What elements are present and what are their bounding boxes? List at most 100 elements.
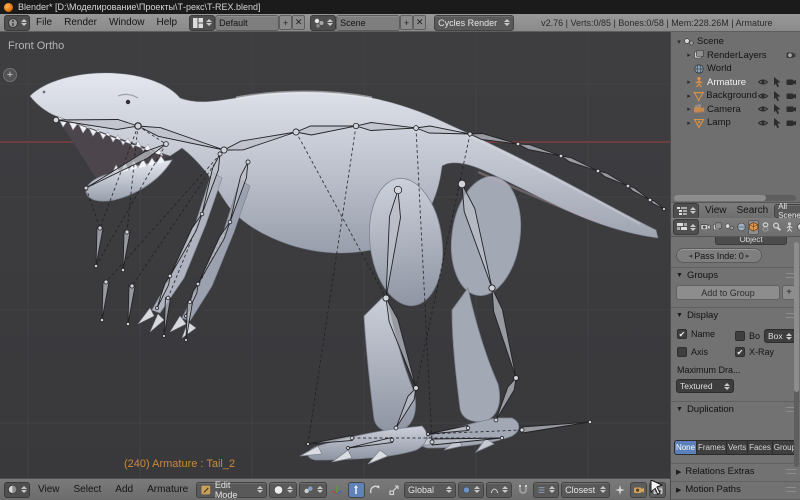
mode-dropdown[interactable]: Edit Mode xyxy=(196,482,267,498)
duplication-option-frames[interactable]: Frames xyxy=(697,440,727,455)
outliner-row-background[interactable]: ▸ Background xyxy=(675,89,800,103)
outliner-horizontal-scrollbar[interactable] xyxy=(674,195,796,201)
disclosure-triangle-icon[interactable]: ▸ xyxy=(685,51,693,59)
tab-constraints[interactable] xyxy=(760,220,771,235)
pivot-point-dropdown[interactable] xyxy=(299,482,327,498)
visibility-eye-icon[interactable] xyxy=(757,117,769,129)
visibility-eye-icon[interactable] xyxy=(757,103,769,115)
menu-help[interactable]: Help xyxy=(151,17,184,28)
outliner-row-lamp[interactable]: ▸ Lamp xyxy=(675,116,800,130)
menu-window[interactable]: Window xyxy=(103,17,151,28)
checkbox-unchecked-icon[interactable] xyxy=(735,331,745,341)
screen-layout-icon-button[interactable] xyxy=(189,15,215,31)
outliner-search-menu[interactable]: Search xyxy=(733,205,773,216)
outliner-row-renderlayers[interactable]: ▸ RenderLayers xyxy=(675,49,800,63)
opengl-render-button[interactable] xyxy=(630,482,647,498)
falloff-dropdown[interactable] xyxy=(486,482,512,498)
panel-grip-icon[interactable] xyxy=(786,469,796,474)
screen-layout-field[interactable]: Default xyxy=(215,15,279,31)
outliner-row-world[interactable]: World xyxy=(675,62,800,76)
manipulator-toggle-button[interactable] xyxy=(329,482,346,498)
object-context-dropdown[interactable]: Object xyxy=(715,237,787,245)
view-menu[interactable]: View xyxy=(32,484,66,495)
outliner-item-label[interactable]: Armature xyxy=(707,77,746,88)
toolshelf-expand-button[interactable]: + xyxy=(3,68,17,82)
add-to-group-button[interactable]: Add to Group xyxy=(676,285,780,300)
outliner-row-scene[interactable]: ▾ Scene xyxy=(675,35,800,49)
render-engine-dropdown[interactable]: Cycles Render xyxy=(434,15,514,31)
add-menu[interactable]: Add xyxy=(109,484,139,495)
visibility-eye-icon[interactable] xyxy=(757,90,769,102)
display-xray-checkbox-row[interactable]: ✔ X-Ray xyxy=(735,347,774,357)
outliner-editor-type-button[interactable] xyxy=(673,203,699,219)
properties-editor-type-button[interactable] xyxy=(673,219,699,235)
duplication-option-verts[interactable]: Verts xyxy=(727,440,748,455)
checkbox-unchecked-icon[interactable] xyxy=(677,347,687,357)
disclosure-triangle-icon[interactable]: ▸ xyxy=(685,119,693,127)
selectability-cursor-icon[interactable] xyxy=(771,117,783,129)
transform-orientation-dropdown[interactable]: Global xyxy=(404,482,456,498)
outliner-row-camera[interactable]: ▸ Camera xyxy=(675,103,800,117)
tab-render-layers[interactable] xyxy=(712,220,723,235)
tab-object-data[interactable] xyxy=(784,220,795,235)
proportional-edit-dropdown[interactable] xyxy=(458,482,484,498)
duplication-option-none[interactable]: None xyxy=(674,440,697,455)
rotate-manipulator-button[interactable] xyxy=(367,482,384,498)
display-bounds-checkbox-row[interactable]: Bo Box xyxy=(735,329,796,343)
scene-name-field[interactable]: Scene xyxy=(336,15,400,31)
snap-toggle-button[interactable] xyxy=(514,482,531,498)
checkbox-checked-icon[interactable]: ✔ xyxy=(677,329,687,339)
tab-material[interactable] xyxy=(796,220,800,235)
outliner-view-menu[interactable]: View xyxy=(701,205,731,216)
display-panel-header[interactable]: ▼ Display xyxy=(671,307,800,323)
tab-scene[interactable] xyxy=(724,220,735,235)
view3d-editor-type-button[interactable] xyxy=(4,482,30,498)
close-scene-button[interactable]: ✕ xyxy=(413,15,426,30)
menu-render[interactable]: Render xyxy=(58,17,103,28)
tab-object[interactable] xyxy=(748,220,759,235)
disclosure-triangle-icon[interactable]: ▸ xyxy=(685,78,693,86)
selectability-cursor-icon[interactable] xyxy=(771,103,783,115)
close-layout-button[interactable]: ✕ xyxy=(292,15,305,30)
disclosure-triangle-icon[interactable]: ▸ xyxy=(685,105,693,113)
viewport-shading-dropdown[interactable] xyxy=(269,482,297,498)
add-layout-button[interactable]: + xyxy=(279,15,292,30)
duplication-option-faces[interactable]: Faces xyxy=(748,440,773,455)
pass-index-slider[interactable]: ◂ Pass Inde: 0 ▸ xyxy=(676,248,762,263)
slider-left-arrow-icon[interactable]: ◂ xyxy=(689,252,693,260)
draw-type-dropdown[interactable]: Textured xyxy=(676,379,734,393)
snap-target-dropdown[interactable]: Closest xyxy=(561,482,610,498)
scale-manipulator-button[interactable] xyxy=(385,482,402,498)
scene-selector-icon-button[interactable] xyxy=(310,15,336,31)
display-name-checkbox-row[interactable]: ✔ Name xyxy=(677,329,715,339)
outliner-item-label[interactable]: Scene xyxy=(697,36,724,47)
renderability-camera-icon[interactable] xyxy=(785,76,797,88)
select-menu[interactable]: Select xyxy=(68,484,108,495)
disclosure-triangle-icon[interactable]: ▾ xyxy=(675,38,683,46)
properties-vertical-scrollbar[interactable] xyxy=(794,242,799,467)
snap-element-dropdown[interactable] xyxy=(533,482,559,498)
bounds-type-dropdown[interactable]: Box xyxy=(764,329,796,343)
outliner-display-filter-dropdown[interactable]: All Scenes xyxy=(774,204,800,218)
tab-modifiers[interactable] xyxy=(772,220,783,235)
selectability-cursor-icon[interactable] xyxy=(771,76,783,88)
disclosure-triangle-icon[interactable]: ▸ xyxy=(685,92,693,100)
viewport-3d[interactable]: Front Ortho + (240) Armature : Tail_2 xyxy=(0,32,670,478)
editor-type-selector[interactable] xyxy=(4,15,30,31)
display-axis-checkbox-row[interactable]: Axis xyxy=(677,347,708,357)
outliner-row-armature[interactable]: ▸ Armature xyxy=(675,76,800,90)
armature-menu[interactable]: Armature xyxy=(141,484,194,495)
menu-file[interactable]: File xyxy=(30,17,58,28)
outliner-item-label[interactable]: Background xyxy=(706,90,757,101)
snap-peel-button[interactable] xyxy=(612,482,629,498)
selectability-cursor-icon[interactable] xyxy=(771,90,783,102)
duplication-panel-header[interactable]: ▼ Duplication xyxy=(671,401,800,417)
groups-panel-header[interactable]: ▼ Groups xyxy=(671,267,800,283)
relations-extras-panel-header[interactable]: ▶ Relations Extras xyxy=(671,463,800,479)
renderability-camera-icon[interactable] xyxy=(785,117,797,129)
add-scene-button[interactable]: + xyxy=(400,15,413,30)
renderability-camera-icon[interactable] xyxy=(785,90,797,102)
visibility-eye-icon[interactable] xyxy=(757,76,769,88)
motion-paths-panel-header[interactable]: ▶ Motion Paths xyxy=(671,481,800,497)
translate-manipulator-button[interactable] xyxy=(348,482,365,498)
